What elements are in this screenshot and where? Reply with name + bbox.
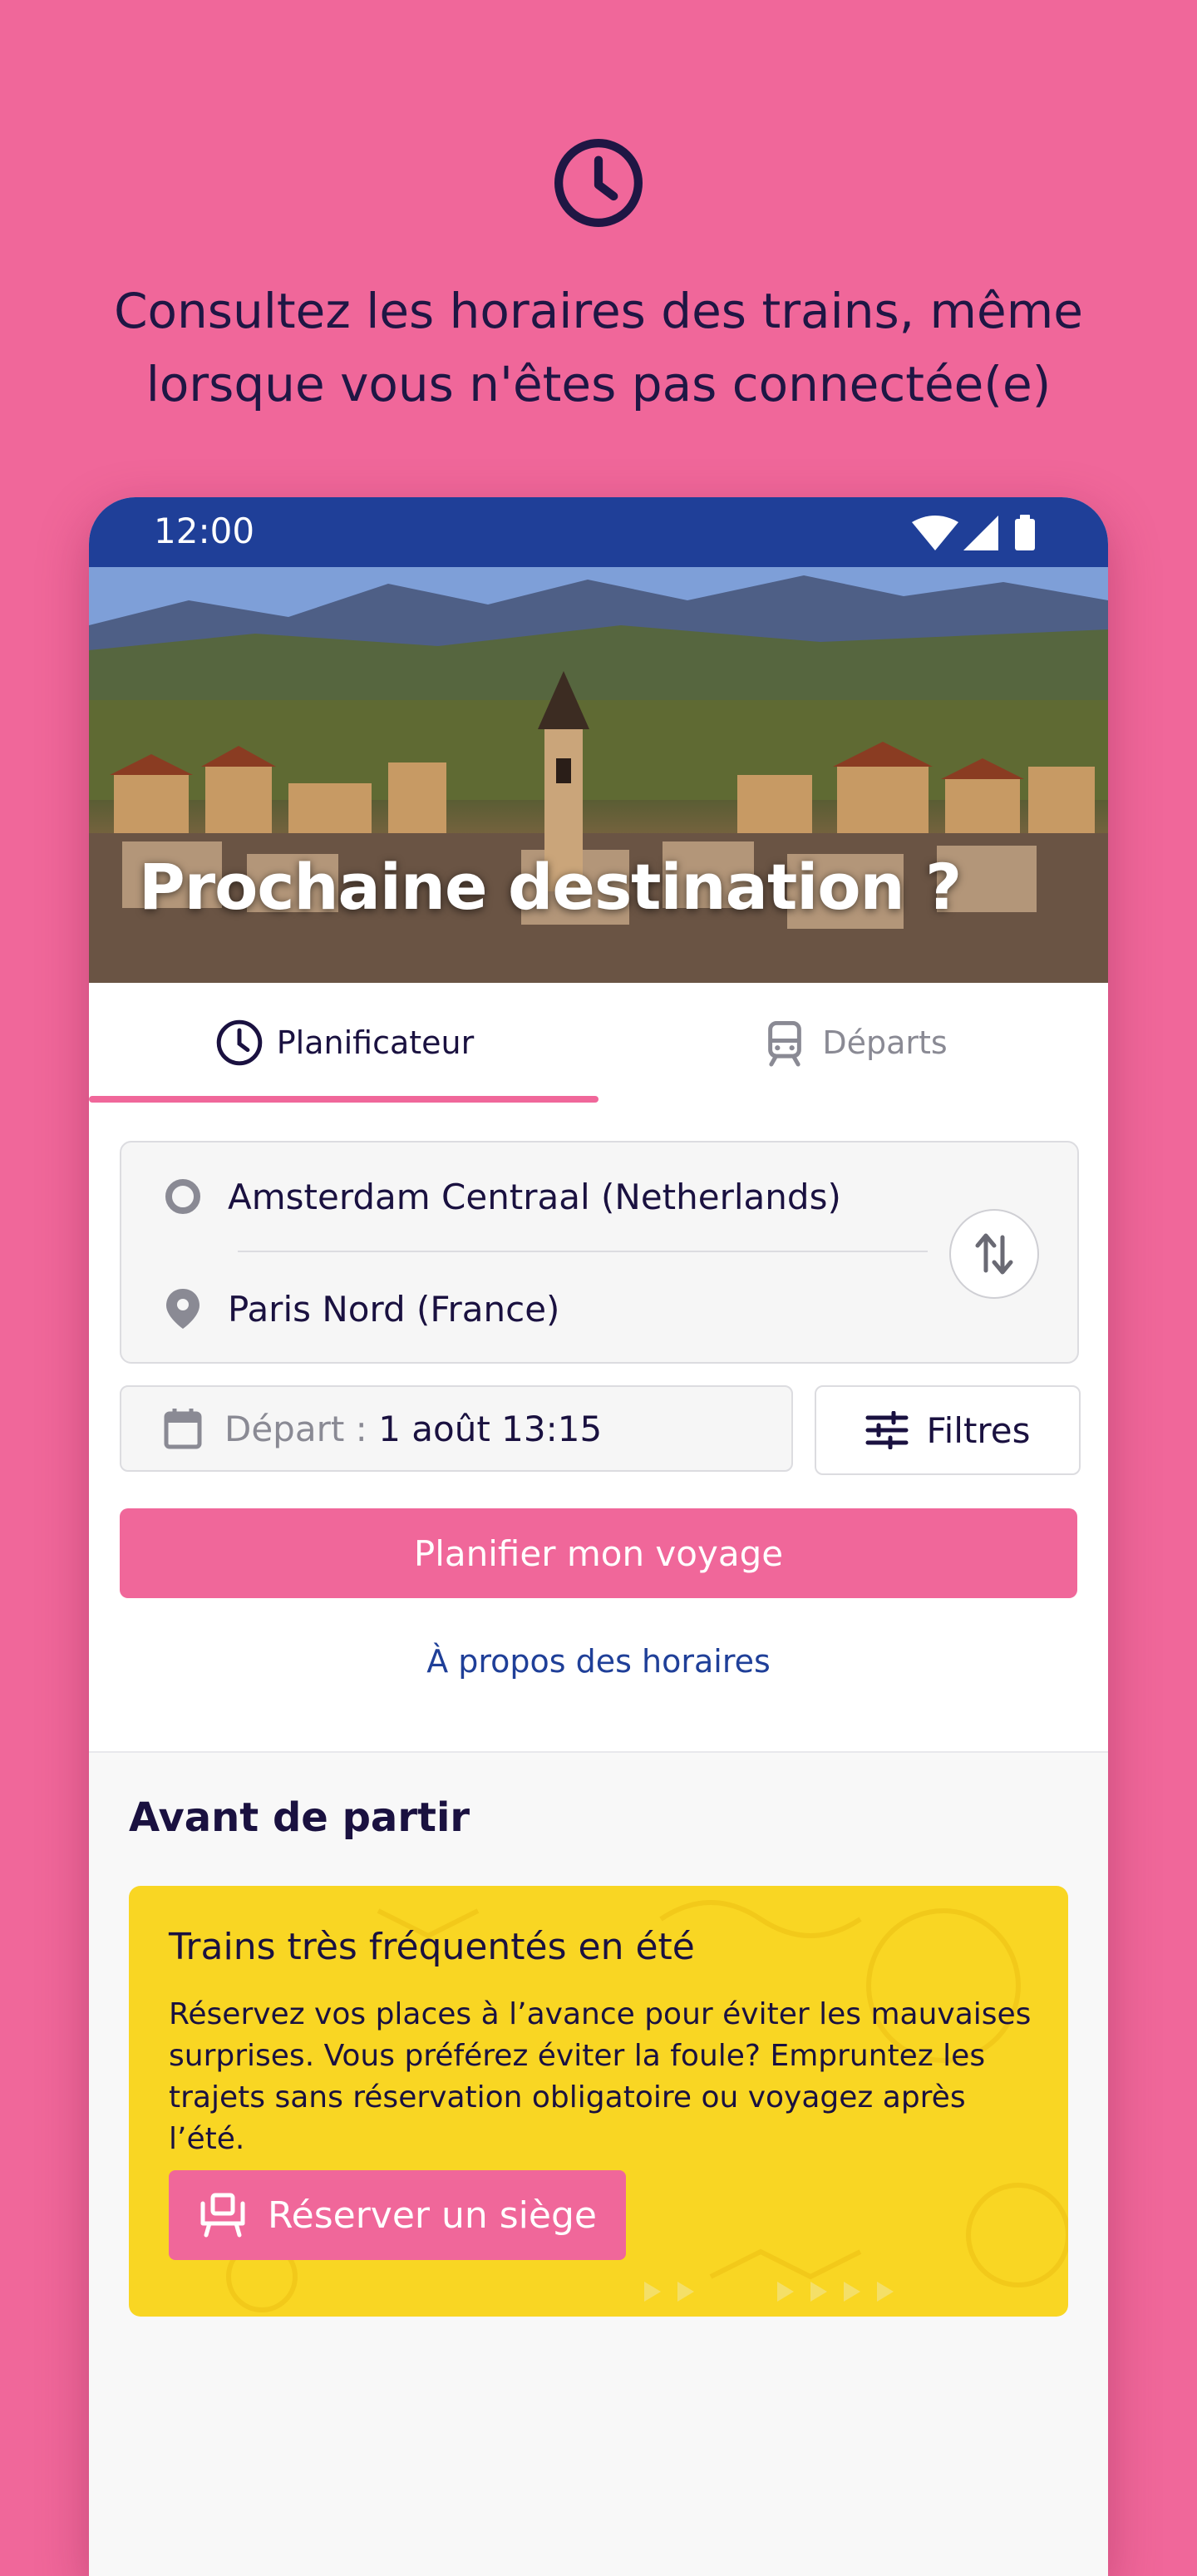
route-card: Amsterdam Centraal (Netherlands) Paris N… bbox=[120, 1141, 1079, 1364]
tab-planner-label: Planificateur bbox=[276, 1024, 475, 1061]
promo-headline: Consultez les horaires des trains, même … bbox=[114, 283, 1083, 412]
phone-mockup: 12:00 Prochaine destination ? Planificat… bbox=[89, 497, 1108, 2576]
wifi-icon bbox=[912, 516, 958, 550]
train-icon bbox=[768, 1020, 802, 1067]
summer-trains-card: Trains très fréquentés en été Réservez v… bbox=[129, 1886, 1068, 2317]
before-you-go-section: Avant de partir Trains très fréquentés e… bbox=[89, 1751, 1108, 2576]
seat-icon bbox=[200, 2193, 245, 2238]
status-icons bbox=[912, 515, 1035, 550]
tab-bar: Planificateur Départs bbox=[89, 983, 1108, 1103]
clock-icon bbox=[554, 138, 643, 228]
signal-icon bbox=[963, 516, 998, 550]
clock-icon bbox=[216, 1019, 263, 1066]
card-title: Trains très fréquentés en été bbox=[169, 1926, 695, 1968]
active-tab-indicator bbox=[89, 1096, 598, 1103]
hero-image: Prochaine destination ? bbox=[89, 567, 1108, 983]
destination-field[interactable]: Paris Nord (France) bbox=[163, 1284, 559, 1334]
departure-label: Départ : bbox=[224, 1408, 367, 1449]
reserve-seat-label: Réserver un siège bbox=[268, 2194, 597, 2237]
tab-departures-label: Départs bbox=[822, 1024, 948, 1061]
about-timetables-link[interactable]: À propos des horaires bbox=[89, 1643, 1108, 1680]
route-divider bbox=[238, 1251, 928, 1252]
origin-field[interactable]: Amsterdam Centraal (Netherlands) bbox=[163, 1172, 841, 1221]
swap-arrows-icon bbox=[975, 1233, 1013, 1275]
plan-trip-button[interactable]: Planifier mon voyage bbox=[120, 1508, 1077, 1598]
location-pin-icon bbox=[166, 1289, 200, 1329]
status-bar: 12:00 bbox=[89, 497, 1108, 567]
card-text: Réservez vos places à l’avance pour évit… bbox=[169, 1997, 1032, 2156]
departure-value: 1 août 13:15 bbox=[378, 1408, 603, 1449]
section-title: Avant de partir bbox=[129, 1794, 470, 1841]
calendar-icon bbox=[164, 1409, 202, 1449]
destination-value: Paris Nord (France) bbox=[228, 1288, 560, 1330]
reserve-seat-button[interactable]: Réserver un siège bbox=[169, 2170, 626, 2260]
departure-date-field[interactable]: Départ : 1 août 13:15 bbox=[120, 1385, 793, 1472]
sliders-icon bbox=[865, 1411, 908, 1449]
filters-button[interactable]: Filtres bbox=[815, 1385, 1081, 1475]
battery-icon bbox=[1015, 515, 1035, 550]
hero-title: Prochaine destination ? bbox=[139, 850, 962, 924]
origin-value: Amsterdam Centraal (Netherlands) bbox=[228, 1176, 841, 1217]
swap-stations-button[interactable] bbox=[949, 1209, 1039, 1299]
filters-label: Filtres bbox=[926, 1409, 1031, 1451]
tab-planner[interactable]: Planificateur bbox=[89, 983, 598, 1103]
tab-departures[interactable]: Départs bbox=[598, 983, 1108, 1103]
origin-circle-icon bbox=[165, 1179, 200, 1214]
planner-form: Amsterdam Centraal (Netherlands) Paris N… bbox=[89, 1103, 1108, 1751]
status-time: 12:00 bbox=[154, 511, 255, 551]
